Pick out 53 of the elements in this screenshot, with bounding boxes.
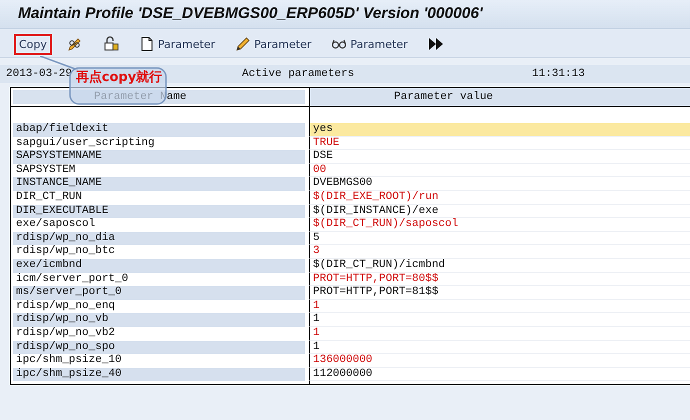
parameter-name-cell: rdisp/wp_no_dia bbox=[13, 232, 305, 246]
document-icon bbox=[138, 36, 155, 52]
parameter-button[interactable]: Parameter bbox=[134, 32, 220, 56]
parameter-value-cell[interactable]: 136000000 bbox=[309, 354, 690, 368]
parameter-value-cell[interactable]: DSE bbox=[309, 150, 690, 164]
parameter-name-cell: abap/fieldexit bbox=[13, 123, 305, 137]
parameter-name-cell-text: SAPSYSTEM bbox=[15, 164, 76, 178]
parameter-name-cell-text: sapgui/user_scripting bbox=[15, 136, 156, 150]
parameter-name-cell: rdisp/wp_no_vb bbox=[13, 313, 305, 327]
parameter-name-cell-text: DIR_CT_RUN bbox=[15, 190, 84, 205]
parameter-name-cell-text: exe/saposcol bbox=[15, 218, 96, 232]
time-text: 11:31:13 bbox=[532, 68, 585, 80]
parameter-name-cell: ipc/shm_psize_40 bbox=[13, 368, 305, 382]
parameter-value-cell[interactable]: 5 bbox=[309, 232, 690, 246]
parameter-value-cell[interactable]: 112000000 bbox=[309, 368, 690, 382]
pencil-icon bbox=[235, 36, 252, 52]
parameter-name-cell: ms/server_port_0 bbox=[13, 286, 305, 300]
parameter-value-cell[interactable]: yes bbox=[309, 123, 690, 137]
parameter-button[interactable]: Parameter bbox=[326, 32, 413, 56]
parameter-name-cell: SAPSYSTEMNAME bbox=[13, 150, 305, 164]
parameter-value-cell[interactable]: TRUE bbox=[309, 136, 690, 150]
window-title: Maintain Profile 'DSE_DVEBMGS00_ERP605D' Version '000006' bbox=[18, 5, 483, 23]
parameter-name-cell: rdisp/wp_no_spo bbox=[13, 340, 305, 354]
parameter-value-cell[interactable]: PROT=HTTP,PORT=80$$ bbox=[309, 272, 690, 286]
list-title: Active parameters bbox=[242, 68, 354, 80]
parameter-name-cell: INSTANCE_NAME bbox=[13, 177, 305, 191]
parameter-value-cell[interactable]: 1 bbox=[309, 300, 690, 314]
parameter-value-cell[interactable]: $(DIR_CT_RUN)/saposcol bbox=[309, 218, 690, 232]
parameter-name-cell-text: icm/server_port_0 bbox=[15, 272, 130, 286]
parameter-name-cell: DIR_EXECUTABLE bbox=[13, 204, 305, 218]
parameter-value-cell[interactable]: 1 bbox=[309, 340, 690, 354]
parameter-value-cell[interactable]: $(DIR_EXE_ROOT)/run bbox=[309, 190, 690, 205]
parameter-value-cell[interactable]: 1 bbox=[309, 326, 690, 340]
parameter-value-cell[interactable]: 00 bbox=[309, 164, 690, 178]
column-header: Parameter value bbox=[393, 90, 494, 104]
parameter-value-cell[interactable]: $(DIR_CT_RUN)/icmbnd bbox=[309, 258, 690, 273]
parameter-name-cell-text: rdisp/wp_no_btc bbox=[15, 245, 116, 259]
parameter-value-cell[interactable]: DVEBMGS00 bbox=[309, 177, 690, 191]
glasses-pencil-icon bbox=[66, 36, 83, 52]
callout-text: 再点copy就行 bbox=[74, 70, 164, 86]
parameter-value-cell[interactable]: PROT=HTTP,PORT=81$$ bbox=[309, 286, 690, 300]
copy-button[interactable]: Copy bbox=[14, 34, 52, 54]
parameter-name-cell-text: rdisp/wp_no_vb2 bbox=[15, 326, 116, 340]
parameter-name-cell-text: ipc/shm_psize_10 bbox=[15, 354, 123, 368]
parameter-button[interactable]: Parameter bbox=[230, 32, 316, 56]
parameter-name-cell: exe/icmbnd bbox=[13, 258, 305, 273]
parameter-value-cell[interactable]: 3 bbox=[309, 245, 690, 259]
parameter-value-cell[interactable]: $(DIR_INSTANCE)/exe bbox=[309, 204, 690, 218]
parameter-name-cell-text: rdisp/wp_no_enq bbox=[15, 300, 116, 313]
lock-icon bbox=[102, 36, 119, 52]
fast-forward-icon bbox=[428, 36, 444, 52]
date-text: 2013-03-29 bbox=[6, 68, 72, 80]
parameter-value-cell[interactable]: 1 bbox=[309, 313, 690, 327]
